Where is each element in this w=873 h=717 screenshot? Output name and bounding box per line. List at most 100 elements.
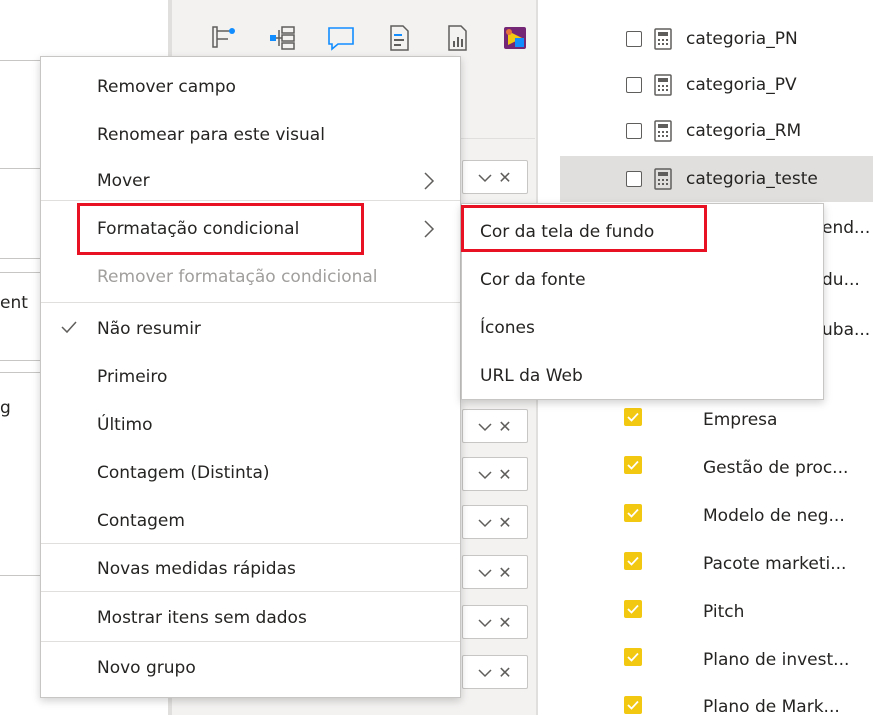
chevron-down-icon[interactable] bbox=[478, 417, 492, 436]
field-item-calculated-selected[interactable]: categoria_teste bbox=[560, 156, 873, 202]
menu-item-last[interactable]: Último bbox=[41, 401, 460, 449]
canvas-line bbox=[0, 372, 40, 373]
checked-checkbox[interactable] bbox=[624, 648, 642, 666]
check-icon bbox=[627, 700, 639, 710]
menu-separator bbox=[41, 200, 460, 201]
submenu-item-icons[interactable]: Ícones bbox=[462, 304, 823, 352]
checked-checkbox[interactable] bbox=[624, 504, 642, 522]
check-icon bbox=[627, 412, 639, 422]
field-well-pill[interactable]: ✕ bbox=[462, 555, 528, 589]
chevron-down-icon[interactable] bbox=[478, 513, 492, 532]
chevron-down-icon[interactable] bbox=[478, 465, 492, 484]
submenu-item-label: URL da Web bbox=[480, 366, 583, 386]
field-label: categoria_PV bbox=[686, 75, 797, 95]
menu-item-count[interactable]: Contagem bbox=[41, 497, 460, 545]
submenu-item-label: Cor da tela de fundo bbox=[480, 222, 655, 242]
check-icon bbox=[627, 556, 639, 566]
canvas-line bbox=[0, 575, 40, 576]
canvas-line bbox=[0, 360, 40, 361]
power-apps-icon[interactable] bbox=[495, 18, 535, 58]
menu-item-move[interactable]: Mover bbox=[41, 157, 460, 205]
field-well-pill[interactable]: ✕ bbox=[462, 605, 528, 639]
remove-field-button[interactable]: ✕ bbox=[498, 563, 511, 582]
check-icon bbox=[627, 460, 639, 470]
menu-item-conditional-formatting[interactable]: Formatação condicional bbox=[41, 205, 460, 253]
conditional-formatting-submenu: Cor da tela de fundo Cor da fonte Ícones… bbox=[461, 203, 824, 400]
menu-item-rename[interactable]: Renomear para este visual bbox=[41, 111, 460, 159]
decomposition-tree-icon[interactable] bbox=[263, 18, 303, 58]
check-icon bbox=[627, 652, 639, 662]
calculator-icon bbox=[654, 168, 672, 190]
field-label-partial: end... bbox=[822, 218, 871, 238]
checked-checkbox[interactable] bbox=[624, 600, 642, 618]
checked-checkbox[interactable] bbox=[624, 552, 642, 570]
report-icon[interactable] bbox=[437, 18, 477, 58]
field-label: Plano de Mark... bbox=[703, 697, 840, 717]
menu-separator bbox=[41, 641, 460, 642]
field-checkbox[interactable] bbox=[626, 31, 642, 47]
canvas-line bbox=[0, 60, 40, 61]
field-label: Pacote marketi... bbox=[703, 554, 847, 574]
submenu-item-label: Ícones bbox=[480, 318, 535, 338]
calculator-icon bbox=[654, 74, 672, 96]
submenu-item-font-color[interactable]: Cor da fonte bbox=[462, 256, 823, 304]
canvas-line bbox=[0, 168, 40, 169]
menu-item-label: Último bbox=[97, 415, 153, 435]
qa-bubble-icon[interactable] bbox=[321, 18, 361, 58]
menu-item-show-items-no-data[interactable]: Mostrar itens sem dados bbox=[41, 594, 460, 642]
hierarchy-slicer-icon[interactable] bbox=[205, 18, 245, 58]
checked-checkbox[interactable] bbox=[624, 408, 642, 426]
menu-item-new-group[interactable]: Novo grupo bbox=[41, 644, 460, 692]
menu-separator bbox=[41, 591, 460, 592]
chevron-down-icon[interactable] bbox=[478, 613, 492, 632]
submenu-item-web-url[interactable]: URL da Web bbox=[462, 352, 823, 400]
remove-field-button[interactable]: ✕ bbox=[498, 168, 511, 187]
menu-item-label: Contagem (Distinta) bbox=[97, 463, 270, 483]
remove-field-button[interactable]: ✕ bbox=[498, 465, 511, 484]
menu-item-remove-field[interactable]: Remover campo bbox=[41, 63, 460, 111]
menu-item-label: Contagem bbox=[97, 511, 185, 531]
checked-checkbox[interactable] bbox=[624, 696, 642, 714]
check-icon bbox=[627, 508, 639, 518]
chevron-down-icon[interactable] bbox=[478, 663, 492, 682]
field-checkbox[interactable] bbox=[626, 77, 642, 93]
remove-field-button[interactable]: ✕ bbox=[498, 417, 511, 436]
menu-item-remove-conditional-formatting[interactable]: Remover formatação condicional bbox=[41, 253, 460, 301]
menu-item-label: Novo grupo bbox=[97, 658, 196, 678]
field-item-calculated[interactable]: categoria_PV bbox=[560, 62, 873, 108]
menu-separator bbox=[41, 302, 460, 303]
field-label: Plano de invest... bbox=[703, 650, 850, 670]
menu-item-new-quick-measure[interactable]: Novas medidas rápidas bbox=[41, 545, 460, 593]
remove-field-button[interactable]: ✕ bbox=[498, 613, 511, 632]
field-checkbox[interactable] bbox=[626, 171, 642, 187]
field-context-menu: Remover campo Renomear para este visual … bbox=[40, 56, 461, 698]
remove-field-button[interactable]: ✕ bbox=[498, 513, 511, 532]
field-label: categoria_RM bbox=[686, 121, 802, 141]
field-label: Pitch bbox=[703, 602, 745, 622]
field-checkbox[interactable] bbox=[626, 123, 642, 139]
field-well-pill[interactable]: ✕ bbox=[462, 505, 528, 539]
chevron-down-icon[interactable] bbox=[478, 168, 492, 187]
canvas-line bbox=[0, 258, 40, 259]
menu-separator bbox=[41, 543, 460, 544]
field-well-pill[interactable]: ✕ bbox=[462, 655, 528, 689]
field-label: Empresa bbox=[703, 410, 778, 430]
menu-item-first[interactable]: Primeiro bbox=[41, 353, 460, 401]
field-well-pill[interactable]: ✕ bbox=[462, 457, 528, 491]
submenu-item-background-color[interactable]: Cor da tela de fundo bbox=[462, 208, 823, 256]
field-well-pill[interactable]: ✕ bbox=[462, 160, 528, 194]
menu-item-label: Remover campo bbox=[97, 77, 236, 97]
visual-gallery bbox=[205, 18, 535, 58]
field-item-calculated[interactable]: categoria_PN bbox=[560, 16, 873, 62]
paginated-report-icon[interactable] bbox=[379, 18, 419, 58]
menu-item-label: Remover formatação condicional bbox=[97, 267, 378, 287]
menu-item-dont-summarize[interactable]: Não resumir bbox=[41, 305, 460, 353]
menu-item-count-distinct[interactable]: Contagem (Distinta) bbox=[41, 449, 460, 497]
checked-checkbox[interactable] bbox=[624, 456, 642, 474]
field-item-calculated[interactable]: categoria_RM bbox=[560, 108, 873, 154]
field-well-pill[interactable]: ✕ bbox=[462, 409, 528, 443]
field-label: Modelo de neg... bbox=[703, 506, 845, 526]
remove-field-button[interactable]: ✕ bbox=[498, 663, 511, 682]
chevron-down-icon[interactable] bbox=[478, 563, 492, 582]
truncated-text: ent bbox=[0, 293, 28, 313]
